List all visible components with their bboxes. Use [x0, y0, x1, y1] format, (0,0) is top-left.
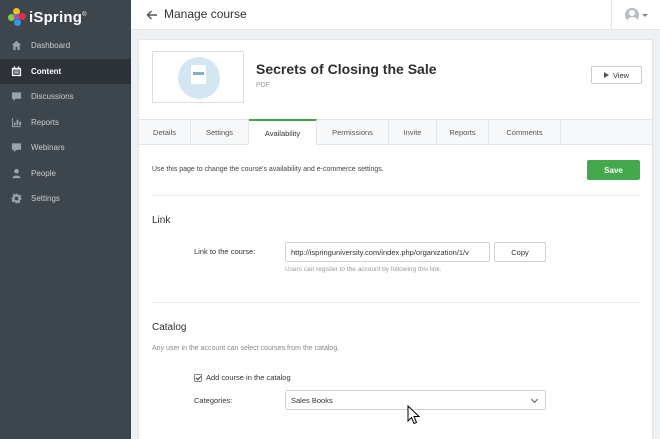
sidebar: iSpring® Dashboard Content Discussions R…	[0, 0, 131, 439]
bar-chart-icon	[10, 116, 22, 128]
sidebar-item-dashboard[interactable]: Dashboard	[0, 33, 131, 59]
chat-icon	[10, 91, 22, 103]
sidebar-nav: Dashboard Content Discussions Reports We…	[0, 33, 131, 212]
sidebar-item-label: Dashboard	[31, 41, 71, 51]
link-label: Link to the course:	[194, 247, 256, 256]
tab-details[interactable]: Details	[139, 120, 191, 145]
home-icon	[10, 40, 22, 52]
sidebar-item-settings[interactable]: Settings	[0, 186, 131, 212]
sidebar-item-reports[interactable]: Reports	[0, 110, 131, 136]
sidebar-item-webinars[interactable]: Webinars	[0, 135, 131, 161]
course-header: Secrets of Closing the Sale PDF View	[138, 39, 653, 119]
course-title: Secrets of Closing the Sale	[256, 61, 437, 77]
tab-settings[interactable]: Settings	[191, 120, 249, 145]
tab-availability[interactable]: Availability	[249, 119, 317, 145]
tab-permissions[interactable]: Permissions	[317, 120, 389, 145]
divider	[152, 302, 640, 303]
sidebar-item-people[interactable]: People	[0, 161, 131, 187]
save-button[interactable]: Save	[587, 160, 640, 180]
divider	[152, 195, 640, 196]
view-button-label: View	[612, 70, 630, 80]
sidebar-item-content[interactable]: Content	[0, 58, 131, 84]
sidebar-item-label: Reports	[31, 117, 60, 127]
logo-text: iSpring®	[29, 8, 87, 26]
course-thumbnail	[152, 51, 244, 103]
mouse-cursor-icon	[407, 405, 421, 425]
ispring-logo-icon	[8, 8, 26, 26]
availability-panel: Use this page to change the course's ava…	[138, 145, 653, 439]
copy-button[interactable]: Copy	[494, 242, 546, 262]
chevron-down-icon	[530, 395, 539, 404]
webinar-icon	[10, 142, 22, 154]
course-type: PDF	[256, 82, 270, 89]
catalog-section-title: Catalog	[152, 322, 187, 333]
sidebar-item-label: Settings	[31, 194, 60, 204]
categories-label: Categories:	[194, 396, 233, 405]
page-title: Manage course	[164, 7, 247, 21]
back-arrow-icon[interactable]	[145, 8, 159, 22]
tab-reports[interactable]: Reports	[437, 120, 489, 145]
catalog-checkbox-row[interactable]: Add course in the catalog	[194, 373, 291, 382]
categories-selected-value: Sales Books	[291, 395, 333, 405]
catalog-description: Any user in the account can select cours…	[152, 345, 340, 352]
gear-icon	[10, 193, 22, 205]
sidebar-item-label: Content	[31, 66, 62, 76]
view-button[interactable]: View	[591, 66, 642, 84]
tab-comments[interactable]: Comments	[489, 120, 561, 145]
course-link-input[interactable]: http://ispringuniversity.com/index.php/o…	[285, 242, 490, 262]
intro-text: Use this page to change the course's ava…	[152, 166, 384, 173]
avatar-icon[interactable]	[625, 8, 639, 22]
content-icon	[10, 65, 22, 77]
sidebar-item-label: Webinars	[31, 143, 65, 153]
catalog-checkbox-label: Add course in the catalog	[206, 373, 291, 382]
logo[interactable]: iSpring®	[8, 6, 87, 28]
top-bar: Manage course	[131, 0, 660, 30]
play-icon	[603, 72, 609, 78]
person-icon	[10, 167, 22, 179]
link-section-title: Link	[152, 215, 171, 226]
document-icon	[191, 65, 206, 84]
sidebar-item-label: Discussions	[31, 92, 74, 102]
tab-invite[interactable]: Invite	[389, 120, 437, 145]
chevron-down-icon[interactable]	[642, 14, 648, 17]
sidebar-item-discussions[interactable]: Discussions	[0, 84, 131, 110]
checkbox-checked-icon[interactable]	[194, 373, 202, 382]
course-tabs: Details Settings Availability Permission…	[138, 119, 653, 145]
sidebar-item-label: People	[31, 168, 56, 178]
link-hint: Users can register to the account by fol…	[285, 266, 442, 273]
divider	[611, 0, 612, 30]
